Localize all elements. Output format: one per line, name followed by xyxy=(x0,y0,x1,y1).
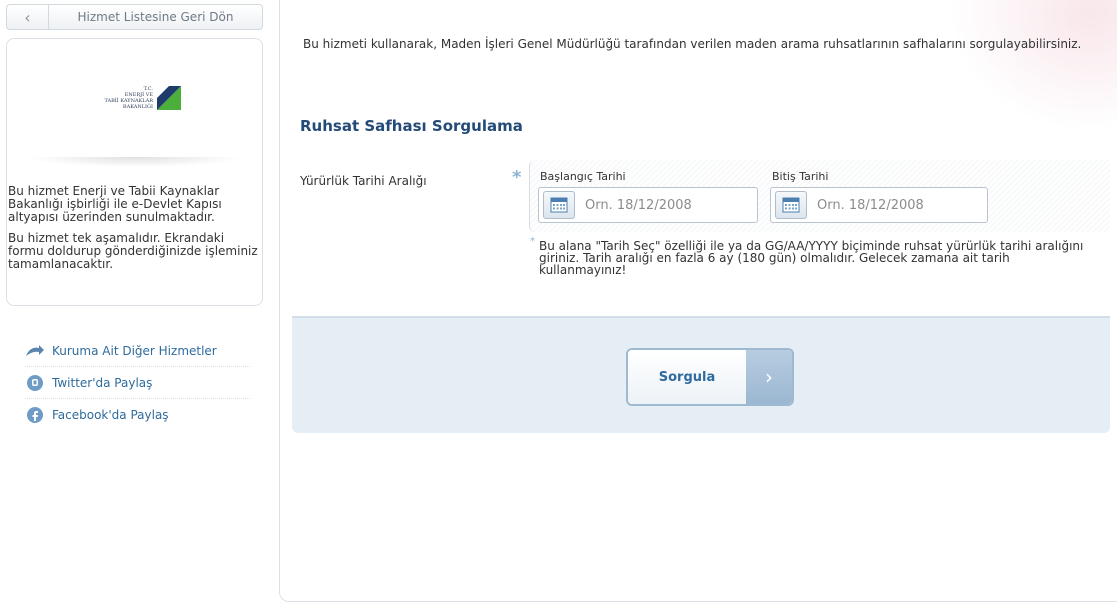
facebook-icon xyxy=(25,407,45,423)
main-content-panel xyxy=(279,0,1117,602)
chevron-right-icon: › xyxy=(746,350,792,404)
back-button-label: Hizmet Listesine Geri Dön xyxy=(77,10,234,24)
other-services-link-label: Kuruma Ait Diğer Hizmetler xyxy=(52,343,217,358)
start-date-column: Başlangıç Tarihi xyxy=(538,170,758,223)
twitter-icon xyxy=(25,374,45,391)
start-date-field xyxy=(538,187,758,223)
hint-indicator: * xyxy=(530,236,535,247)
facebook-share-link-label: Facebook'da Paylaş xyxy=(52,408,169,422)
date-range-group: Başlangıç Tarihi Bitiş Tarihi xyxy=(529,160,1110,232)
service-description: Bu hizmet Enerji ve Tabii Kaynaklar Baka… xyxy=(7,185,262,279)
twitter-share-link-label: Twitter'da Paylaş xyxy=(52,375,153,390)
required-indicator: * xyxy=(512,167,522,188)
other-services-link[interactable]: Kuruma Ait Diğer Hizmetler xyxy=(25,335,250,367)
start-date-label: Başlangıç Tarihi xyxy=(540,170,626,183)
twitter-share-link[interactable]: Twitter'da Paylaş xyxy=(25,367,250,399)
chevron-left-icon: ‹ xyxy=(7,5,49,29)
calendar-icon xyxy=(550,197,568,213)
divider xyxy=(27,157,244,167)
section-title: Ruhsat Safhası Sorgulama xyxy=(300,117,523,135)
share-arrow-icon xyxy=(25,343,45,359)
ministry-logo-text: T.C. ENERJİ VE TABİİ KAYNAKLAR BAKANLIĞI xyxy=(104,86,153,110)
calendar-icon xyxy=(782,197,800,213)
service-intro-text: Bu hizmeti kullanarak, Maden İşleri Gene… xyxy=(303,37,1082,51)
date-range-label: Yürürlük Tarihi Aralığı xyxy=(300,174,427,188)
service-description-paragraph: Bu hizmet tek aşamalıdır. Ekrandaki form… xyxy=(8,231,258,271)
end-date-column: Bitiş Tarihi xyxy=(770,170,988,223)
service-info-card: T.C. ENERJİ VE TABİİ KAYNAKLAR BAKANLIĞI… xyxy=(6,38,263,306)
form-actions: Sorgula › xyxy=(292,316,1110,433)
end-date-input[interactable] xyxy=(817,197,977,213)
end-date-field xyxy=(770,187,988,223)
ministry-logo: T.C. ENERJİ VE TABİİ KAYNAKLAR BAKANLIĞI xyxy=(83,83,189,113)
query-submit-label: Sorgula xyxy=(628,350,746,404)
service-description-paragraph: Bu hizmet Enerji ve Tabii Kaynaklar Baka… xyxy=(8,184,222,224)
facebook-share-link[interactable]: Facebook'da Paylaş xyxy=(25,399,250,431)
start-date-calendar-button[interactable] xyxy=(543,191,575,219)
end-date-calendar-button[interactable] xyxy=(775,191,807,219)
query-submit-button[interactable]: Sorgula › xyxy=(626,348,794,406)
end-date-label: Bitiş Tarihi xyxy=(772,170,829,183)
start-date-input[interactable] xyxy=(585,197,745,213)
date-range-hint: Bu alana "Tarih Seç" özelliği ile ya da … xyxy=(539,239,1084,277)
sidebar-links: Kuruma Ait Diğer Hizmetler Twitter'da Pa… xyxy=(25,335,250,431)
back-to-service-list-button[interactable]: ‹ Hizmet Listesine Geri Dön xyxy=(6,4,263,30)
ministry-logo-mark xyxy=(157,86,181,110)
